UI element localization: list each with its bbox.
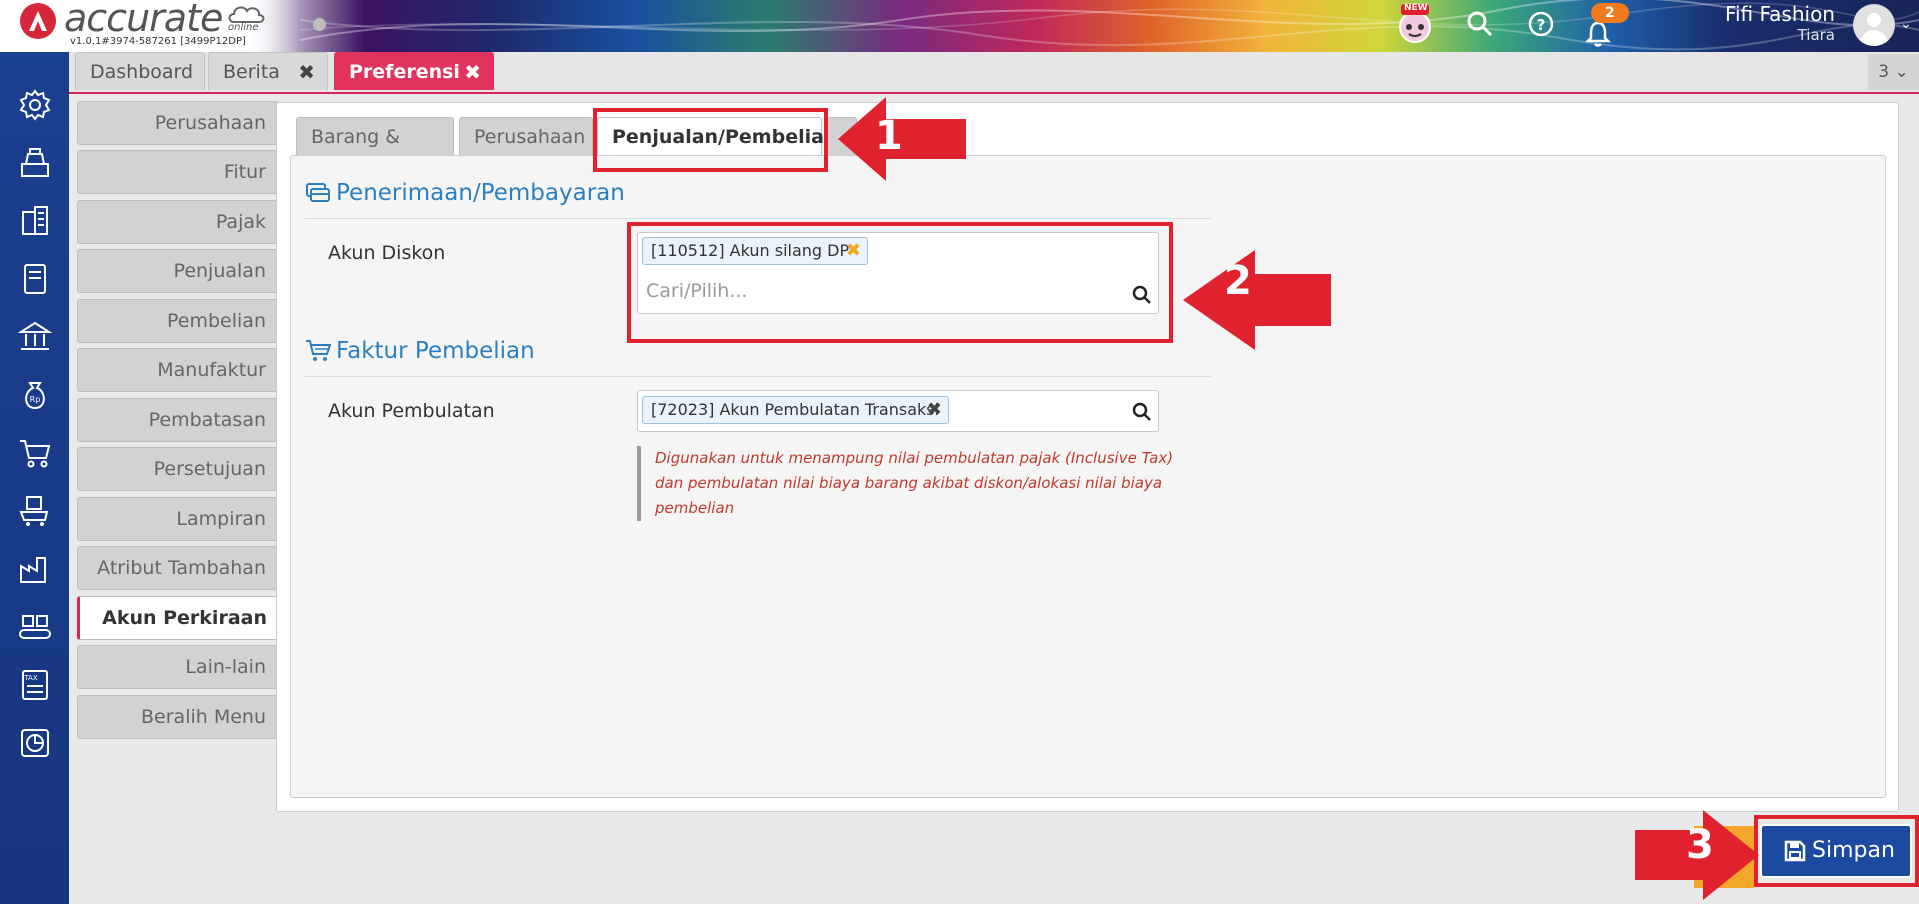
bell-icon[interactable] [1584, 20, 1612, 48]
conveyor-icon[interactable] [18, 610, 52, 644]
brand-sub: online [228, 22, 259, 33]
payment-icon [306, 183, 330, 202]
pref-item-beralih-menu[interactable]: Beralih Menu [77, 695, 277, 739]
tax-icon[interactable]: TAX [18, 668, 52, 702]
chip-label: [72023] Akun Pembulatan Transaksi [651, 400, 940, 419]
annotation-arrow-2 [1183, 250, 1331, 350]
pref-item-lain-lain[interactable]: Lain-lain [77, 645, 277, 689]
version-label: v1.0.1#3974-587261 [3499P12DP] [70, 36, 246, 47]
ledger-icon[interactable] [18, 262, 52, 296]
remove-chip-icon[interactable]: ✖ [927, 397, 942, 423]
section-title-penerimaan: Penerimaan/Pembayaran [336, 180, 625, 206]
svg-text:Rp: Rp [30, 395, 41, 404]
top-bar: accurate online v1.0.1#3974-587261 [3499… [0, 0, 1919, 52]
search-icon[interactable] [1466, 10, 1494, 38]
cart-icon [306, 340, 331, 361]
main-tabs: Dashboard Berita ✖ Preferensi ✖ [69, 52, 1919, 94]
tab-dashboard[interactable]: Dashboard [75, 52, 205, 90]
svg-text:?: ? [1537, 16, 1546, 34]
akun-diskon-label: Akun Diskon [328, 242, 446, 264]
brand-name: accurate [64, 0, 223, 40]
building-icon[interactable] [18, 204, 52, 238]
subtab-perusahaan[interactable]: Perusahaan [459, 117, 593, 155]
close-icon[interactable]: ✖ [464, 53, 481, 91]
pref-item-perusahaan[interactable]: Perusahaan [77, 101, 277, 145]
cloud-icon [228, 6, 265, 23]
annotation-box-2 [627, 222, 1173, 343]
pref-item-lampiran[interactable]: Lampiran [77, 497, 277, 541]
pref-item-persetujuan[interactable]: Persetujuan [77, 447, 277, 491]
tab-berita[interactable]: Berita ✖ [208, 52, 328, 90]
pref-item-pembatasan[interactable]: Pembatasan [77, 398, 277, 442]
search-icon[interactable] [1132, 402, 1152, 422]
pref-item-penjualan[interactable]: Penjualan [77, 249, 277, 293]
subtab-barang-jasa[interactable]: Barang & Jasa [296, 117, 454, 186]
pref-item-fitur[interactable]: Fitur [77, 150, 277, 194]
gear-icon[interactable] [18, 88, 52, 122]
annotation-arrow-1 [838, 97, 966, 181]
annotation-box-1 [593, 108, 828, 172]
pembulatan-help-note: Digunakan untuk menampung nilai pembulat… [637, 446, 1175, 521]
cash-register-icon[interactable] [18, 146, 52, 180]
inventory-cart-icon[interactable] [18, 494, 52, 528]
status-dot [313, 18, 326, 31]
open-tab-count[interactable]: 3 ⌄ [1868, 54, 1919, 90]
whats-new-icon[interactable]: NEW [1395, 3, 1435, 44]
help-icon[interactable]: ? [1527, 10, 1555, 38]
akun-pembulatan-label: Akun Pembulatan [328, 400, 495, 422]
cart-icon[interactable] [18, 436, 52, 470]
tab-label: Dashboard [90, 61, 194, 83]
user-name[interactable]: Fifi Fashion [1700, 2, 1835, 26]
akun-pembulatan-select[interactable]: [72023] Akun Pembulatan Transaksi ✖ [637, 390, 1159, 432]
notification-badge[interactable]: 2 [1591, 3, 1629, 23]
pref-item-akun-perkiraan[interactable]: Akun Perkiraan [77, 596, 277, 640]
section-title-faktur: Faktur Pembelian [336, 338, 535, 364]
left-nav: Rp TAX [0, 52, 69, 904]
section-divider [305, 218, 1211, 219]
pref-item-atribut-tambahan[interactable]: Atribut Tambahan [77, 546, 277, 590]
save-icon [1784, 840, 1806, 862]
chevron-down-icon[interactable]: ⌄ [1900, 16, 1912, 32]
new-badge: NEW [1404, 3, 1428, 13]
svg-text:TAX: TAX [23, 674, 38, 682]
pref-item-pajak[interactable]: Pajak [77, 200, 277, 244]
annotation-number-3: 3 [1686, 822, 1714, 868]
money-bag-icon[interactable]: Rp [18, 378, 52, 412]
tab-label: Preferensi [349, 61, 460, 83]
save-button[interactable]: Simpan [1760, 824, 1912, 878]
report-chart-icon[interactable] [18, 726, 52, 760]
annotation-number-2: 2 [1224, 258, 1252, 304]
pref-item-manufaktur[interactable]: Manufaktur [77, 348, 277, 392]
user-sub: Tiara [1797, 26, 1835, 44]
tab-label: Berita [223, 61, 280, 83]
annotation-number-1: 1 [875, 113, 903, 159]
pref-item-pembelian[interactable]: Pembelian [77, 299, 277, 343]
section-divider [305, 376, 1211, 377]
save-label: Simpan [1812, 838, 1895, 863]
accurate-logo-icon[interactable] [20, 3, 56, 39]
bank-icon[interactable] [18, 320, 52, 354]
factory-icon[interactable] [18, 552, 52, 586]
tab-preferensi[interactable]: Preferensi ✖ [334, 52, 494, 90]
avatar[interactable] [1853, 4, 1895, 46]
selected-account-chip[interactable]: [72023] Akun Pembulatan Transaksi ✖ [642, 396, 949, 424]
close-icon[interactable]: ✖ [298, 53, 315, 91]
